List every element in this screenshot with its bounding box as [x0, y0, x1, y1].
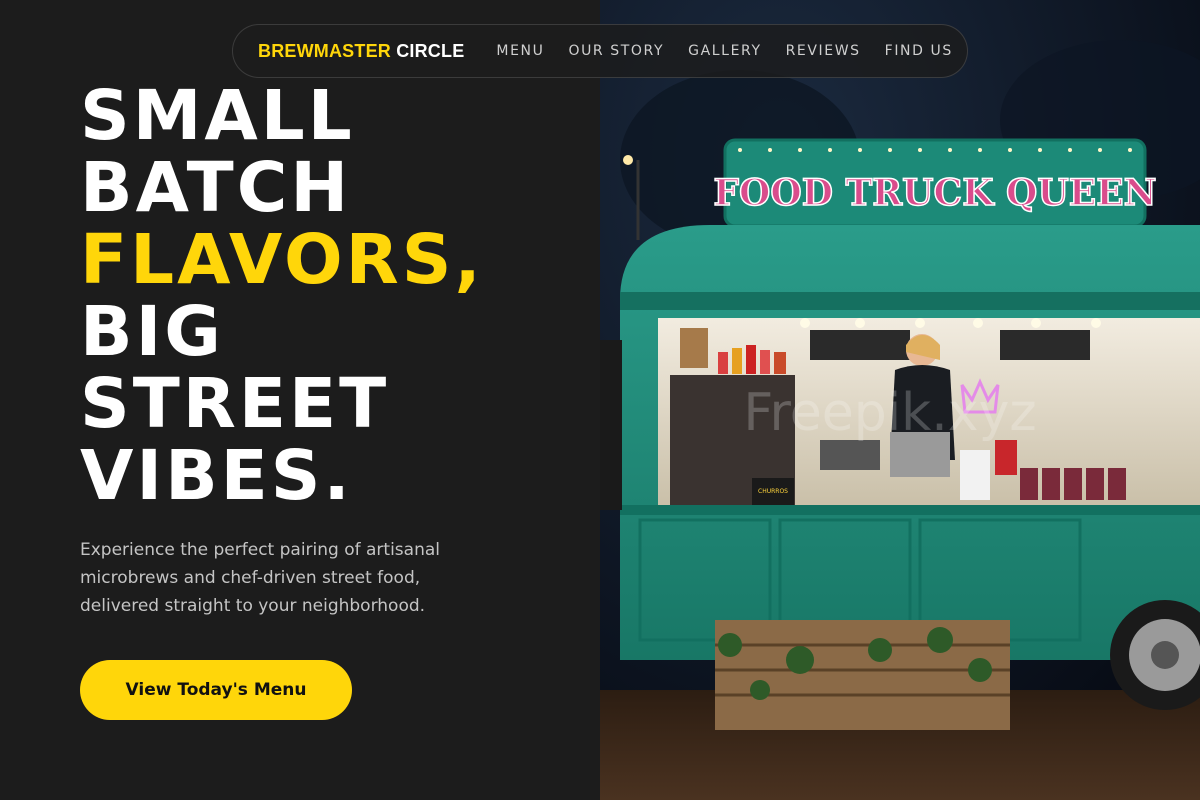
brand-part-2: CIRCLE: [396, 40, 465, 61]
headline-accent-line: FLAVORS,: [80, 220, 484, 300]
nav-link-our-story[interactable]: OUR STORY: [568, 43, 664, 59]
headline-line: BATCH: [80, 148, 352, 228]
hero-photo: FOOD TRUCK QUEEN CHURROS Freepik.xyz: [600, 0, 1200, 800]
brand-part-1: BREWMASTER: [258, 40, 391, 61]
headline-line: SMALL: [80, 76, 355, 156]
board-text: CHURROS: [758, 488, 788, 495]
hero-subtitle: Experience the perfect pairing of artisa…: [80, 540, 440, 616]
headline-line: BIG: [80, 292, 224, 372]
view-menu-button[interactable]: View Today's Menu: [80, 660, 352, 720]
truck-sign-text: FOOD TRUCK QUEEN: [713, 172, 1156, 214]
nav-link-gallery[interactable]: GALLERY: [688, 43, 761, 59]
brand-logo[interactable]: BREWMASTER CIRCLE: [258, 41, 464, 62]
nav-link-reviews[interactable]: REVIEWS: [786, 43, 861, 59]
headline-line: VIBES.: [80, 436, 353, 516]
nav-link-menu[interactable]: MENU: [496, 43, 544, 59]
nav-links: MENU OUR STORY GALLERY REVIEWS FIND US: [496, 43, 952, 59]
headline-line: STREET: [80, 364, 390, 444]
hero-headline: SMALL BATCH FLAVORS, BIG STREET VIBES.: [80, 80, 600, 512]
watermark-text: Freepik.xyz: [743, 383, 1036, 443]
top-navbar: BREWMASTER CIRCLE MENU OUR STORY GALLERY…: [232, 24, 968, 78]
food-truck-illustration: FOOD TRUCK QUEEN CHURROS Freepik.xyz: [600, 0, 1200, 800]
nav-link-find-us[interactable]: FIND US: [885, 43, 953, 59]
